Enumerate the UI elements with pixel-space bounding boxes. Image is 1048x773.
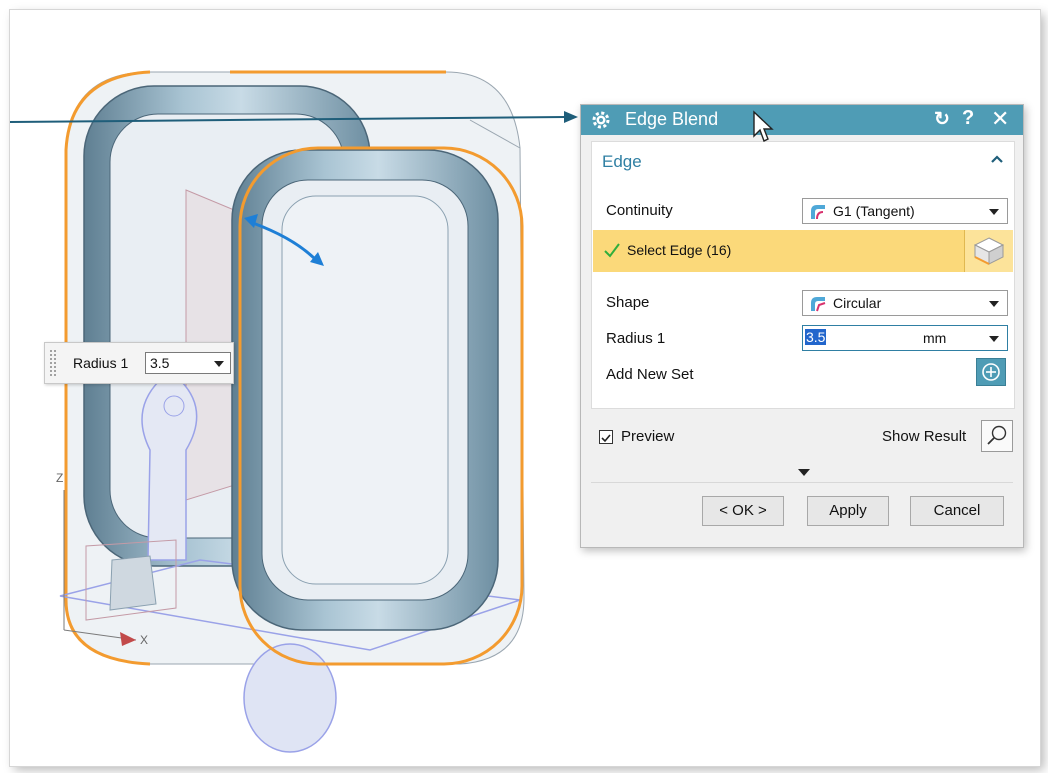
grip-icon[interactable]: [49, 349, 57, 377]
dialog-title: Edge Blend: [625, 109, 719, 129]
shape-select[interactable]: Circular: [802, 290, 1008, 316]
chevron-down-icon[interactable]: [989, 336, 999, 342]
continuity-value: G1 (Tangent): [833, 203, 915, 219]
radius-value[interactable]: 3.5: [805, 329, 827, 345]
mouse-cursor-icon: [753, 110, 774, 142]
shape-label: Shape: [606, 294, 650, 311]
show-result-button[interactable]: [981, 420, 1013, 452]
dialog-titlebar[interactable]: Edge Blend ↻ ? ✕: [581, 105, 1023, 135]
apply-button[interactable]: Apply: [807, 496, 889, 526]
tangent-blend-icon: [811, 205, 825, 220]
edge-section: Edge Continuity G1 (Tangent) Select Edge…: [591, 141, 1015, 409]
chevron-down-icon[interactable]: [214, 361, 224, 367]
add-new-set-label: Add New Set: [606, 366, 694, 383]
circular-blend-icon: [811, 297, 826, 312]
continuity-select[interactable]: G1 (Tangent): [802, 198, 1008, 224]
edge-blend-dialog: Edge Blend ↻ ? ✕ Edge Continuity G1 (Tan…: [580, 104, 1024, 548]
radius-input[interactable]: 3.5 mm: [802, 325, 1008, 351]
chevron-down-icon[interactable]: [989, 209, 999, 215]
cube-icon: [973, 237, 1005, 265]
reset-icon[interactable]: ↻: [934, 108, 950, 131]
preview-label: Preview: [621, 428, 675, 445]
continuity-label: Continuity: [606, 202, 673, 219]
axis-x-label: X: [140, 633, 148, 647]
chevron-down-icon[interactable]: [989, 301, 999, 307]
select-edge-row[interactable]: Select Edge (16): [593, 230, 1013, 272]
close-icon[interactable]: ✕: [991, 106, 1009, 132]
divider: [591, 482, 1013, 483]
chevron-up-icon[interactable]: [990, 154, 1004, 164]
front-ring: [231, 119, 524, 666]
axis-z-label: Z: [56, 471, 63, 485]
radius-unit[interactable]: mm: [923, 330, 946, 346]
checkmark-icon: [604, 243, 620, 258]
gear-icon: [592, 111, 610, 129]
cancel-button[interactable]: Cancel: [910, 496, 1004, 526]
help-icon[interactable]: ?: [962, 107, 974, 130]
more-options-arrow[interactable]: [798, 469, 810, 476]
ok-button[interactable]: < OK >: [702, 496, 784, 526]
shape-value: Circular: [833, 295, 882, 311]
select-edge-label: Select Edge (16): [627, 242, 732, 258]
edge-selector-button[interactable]: [964, 230, 1013, 272]
checkbox[interactable]: [599, 430, 613, 444]
magnifier-icon: [987, 425, 1007, 445]
radius-onscreen-label: Radius 1: [73, 355, 129, 371]
checkmark-icon: [601, 434, 611, 443]
radius-onscreen-value[interactable]: 3.5: [150, 355, 169, 371]
show-result-label: Show Result: [882, 428, 967, 445]
section-title[interactable]: Edge: [602, 152, 642, 172]
radius-onscreen-input[interactable]: Radius 1 3.5: [44, 342, 234, 384]
add-new-set-button[interactable]: [976, 358, 1006, 386]
plus-circle-icon: [982, 363, 1000, 381]
radius-label: Radius 1: [606, 330, 666, 347]
radius-onscreen-field[interactable]: 3.5: [145, 352, 231, 374]
